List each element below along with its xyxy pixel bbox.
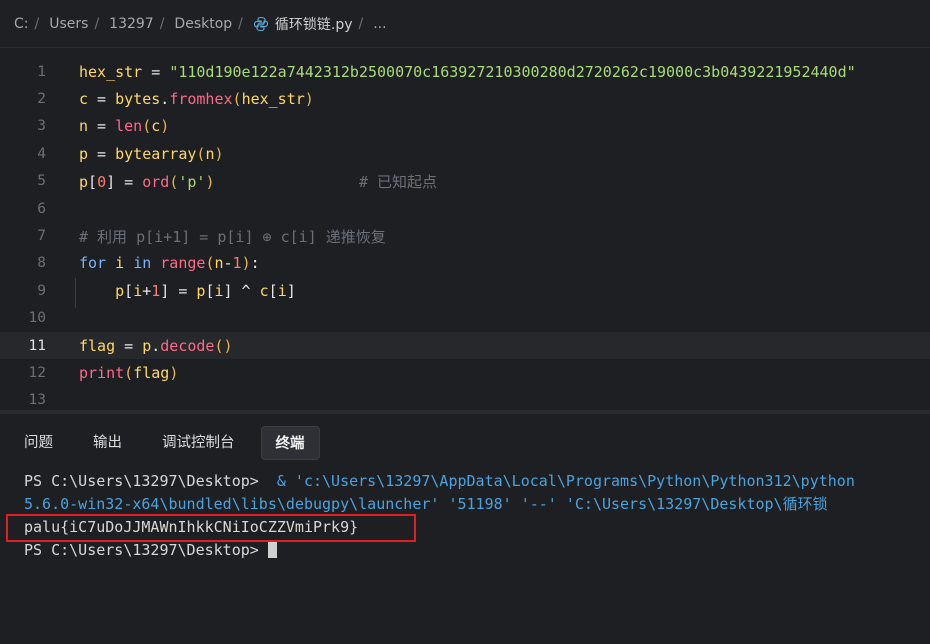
code-line[interactable]: 7 # 利用 p[i+1] = p[i] ⊕ c[i] 递推恢复 [0,222,930,249]
code-line-active[interactable]: 11 flag = p.decode() [0,332,930,360]
line-number: 5 [37,173,46,190]
indent-guide [75,277,76,308]
code-line[interactable]: 5 p[0] = ord('p') # 已知起点 [0,168,930,195]
breadcrumb-separator: / [238,15,243,32]
code-line[interactable]: 9 p[i+1] = p[i] ^ c[i] [0,277,930,308]
terminal-line: 5.6.0-win32-x64\bundled\libs\debugpy\lau… [24,495,828,513]
line-number: 1 [37,63,46,80]
code-text: p = bytearray(n) [79,144,224,163]
code-text: hex_str = "110d190e122a7442312b2500070c1… [79,62,856,81]
code-line[interactable]: 10 [0,305,930,332]
tab-problems[interactable]: 问题 [10,426,67,460]
bottom-panel: 问题 输出 调试控制台 终端 PS C:\Users\13297\Desktop… [0,414,930,644]
code-line[interactable]: 6 [0,195,930,222]
tab-terminal[interactable]: 终端 [260,426,320,460]
line-number: 6 [37,200,46,217]
terminal-line: PS C:\Users\13297\Desktop> [24,539,930,562]
breadcrumb-item-user[interactable]: 13297/ [109,16,174,32]
line-number: 10 [28,310,46,327]
line-number: 12 [28,365,46,382]
panel-tabs: 问题 输出 调试控制台 终端 [10,426,332,460]
line-number: 9 [37,282,46,299]
terminal-cursor [267,540,277,558]
code-text: c = bytes.fromhex(hex_str) [79,90,314,109]
tab-output[interactable]: 输出 [79,426,136,460]
breadcrumb-separator: / [358,15,364,32]
line-number: 7 [37,228,46,245]
code-text: n = len(c) [79,117,170,136]
terminal-prompt: PS C:\Users\13297\Desktop> [24,541,268,559]
breadcrumb-item-users[interactable]: Users / [49,16,109,32]
code-text: print(flag) [79,364,179,383]
code-line[interactable]: 2 c = bytes.fromhex(hex_str) [0,85,930,112]
breadcrumb-separator: / [159,15,165,32]
breadcrumb-item-more[interactable]: ... [373,16,386,32]
breadcrumb-separator: / [34,15,40,32]
breadcrumb-item-drive[interactable]: C: / [14,16,49,32]
breadcrumb: C: / Users/ 13297/ Desktop / 循环锁链.py / ... [0,0,930,48]
line-number: 2 [37,91,46,108]
breadcrumb-item-desktop[interactable]: Desktop / [174,16,252,32]
line-number: 13 [28,392,46,409]
code-line[interactable]: 8 for i in range(n-1): [0,250,930,277]
code-line[interactable]: 3 n = len(c) [0,113,930,140]
code-line[interactable]: 4 p = bytearray(n) [0,140,930,167]
code-text: # 利用 p[i+1] = p[i] ⊕ c[i] 递推恢复 [79,227,386,246]
highlight-box [6,514,416,542]
code-line[interactable]: 13 [0,387,930,410]
terminal[interactable]: PS C:\Users\13297\Desktop> & 'c:\Users\1… [6,470,930,562]
line-number: 8 [37,255,46,272]
terminal-command: & 'c:\Users\13297\AppData\Local\Programs… [267,472,855,490]
terminal-prompt: PS C:\Users\13297\Desktop> [24,472,268,490]
code-editor[interactable]: 1 hex_str = "110d190e122a7442312b2500070… [0,58,930,410]
line-number: 4 [37,145,46,162]
tab-debug-console[interactable]: 调试控制台 [148,426,249,460]
python-file-icon [253,16,268,31]
line-number: 3 [37,118,46,135]
code-text: for i in range(n-1): [79,254,260,273]
terminal-line: PS C:\Users\13297\Desktop> & 'c:\Users\1… [24,470,930,493]
code-text: flag = p.decode() [79,336,233,355]
breadcrumb-separator: / [94,15,100,32]
code-text: p[i+1] = p[i] ^ c[i] [75,277,296,308]
code-line[interactable]: 1 hex_str = "110d190e122a7442312b2500070… [0,58,930,85]
code-text: p[0] = ord('p') # 已知起点 [79,172,438,191]
breadcrumb-item-file[interactable]: 循环锁链.py / [253,14,373,34]
code-line[interactable]: 12 print(flag) [0,359,930,386]
line-number: 11 [28,337,46,354]
